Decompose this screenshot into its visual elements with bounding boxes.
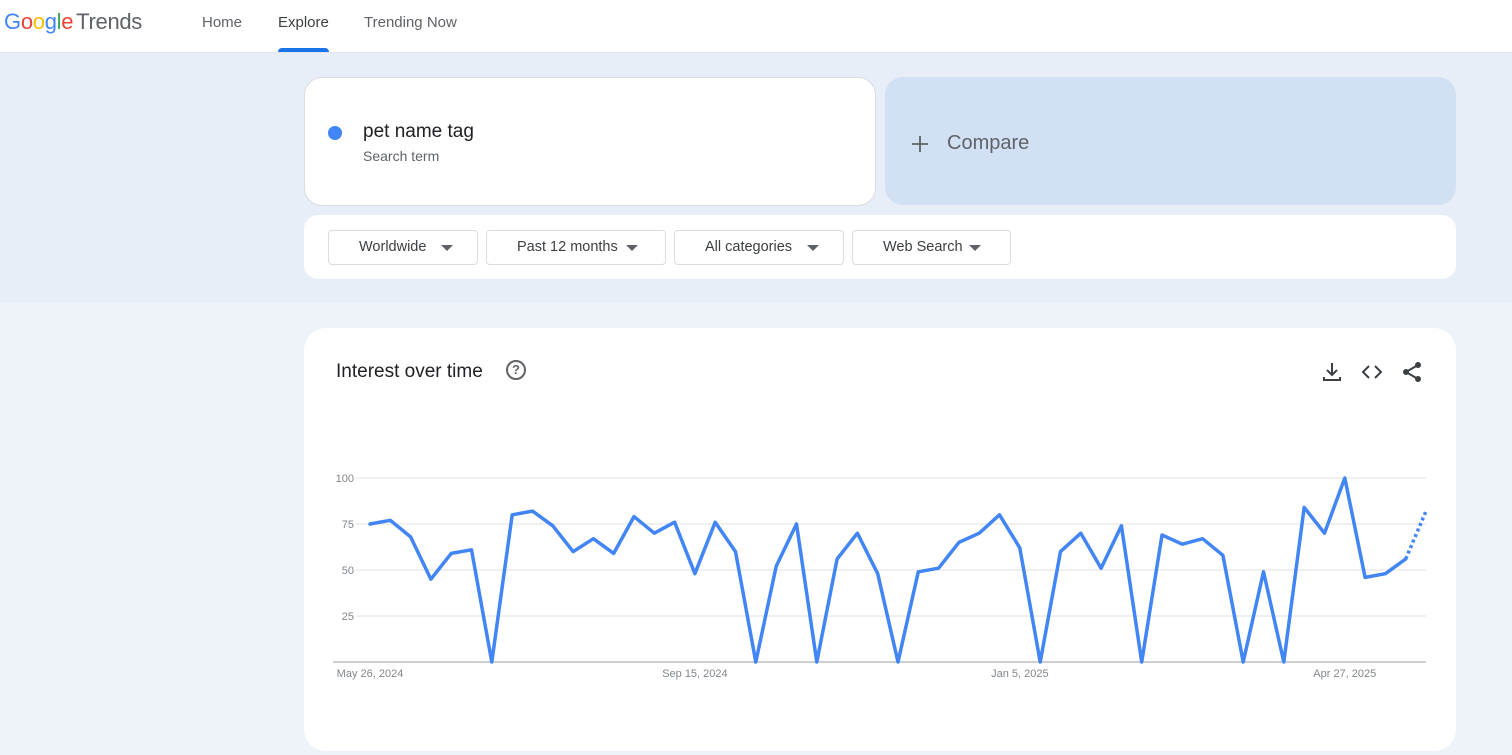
x-tick-label: May 26, 2024 — [337, 668, 404, 680]
x-tick-label: Sep 15, 2024 — [662, 668, 727, 680]
nav-explore[interactable]: Explore — [278, 0, 329, 52]
y-tick-label: 50 — [342, 565, 354, 577]
x-tick-label: Jan 5, 2025 — [991, 668, 1049, 680]
series-line-partial — [1404, 510, 1428, 560]
nav-trending-now[interactable]: Trending Now — [364, 0, 457, 52]
caret-down-icon — [626, 245, 638, 251]
logo-google-text: Google — [4, 9, 74, 34]
filter-category[interactable]: All categories — [674, 230, 844, 265]
caret-down-icon — [441, 245, 453, 251]
logo-trends-text: Trends — [76, 9, 143, 34]
y-tick-label: 100 — [336, 473, 354, 485]
caret-down-icon — [969, 245, 981, 251]
top-bar: Google Trends Home Explore Trending Now — [0, 0, 1512, 53]
nav-home[interactable]: Home — [202, 0, 242, 52]
filter-location-label: Worldwide — [359, 239, 427, 255]
y-tick-label: 25 — [342, 611, 354, 623]
google-trends-logo[interactable]: Google Trends — [4, 9, 142, 39]
filter-search-type-label: Web Search — [883, 239, 963, 255]
filter-time-range[interactable]: Past 12 months — [486, 230, 666, 265]
x-tick-label: Apr 27, 2025 — [1313, 668, 1376, 680]
filter-time-range-label: Past 12 months — [517, 239, 618, 255]
filter-bar: Worldwide Past 12 months All categories … — [304, 215, 1456, 279]
filter-location[interactable]: Worldwide — [328, 230, 478, 265]
plus-icon — [912, 136, 928, 152]
search-term-name[interactable]: pet name tag — [363, 121, 474, 143]
interest-line-chart: 25 50 75 100 May 26, 2024 Sep 15, 2024 Jan 5, … — [333, 473, 1428, 680]
filter-search-type[interactable]: Web Search — [852, 230, 1011, 265]
compare-button[interactable]: Compare — [885, 77, 1456, 205]
interest-over-time-card: Interest over time ? 25 50 75 100 May 26, 20… — [304, 328, 1456, 751]
compare-label: Compare — [947, 132, 1030, 154]
term-color-dot — [328, 126, 342, 140]
search-term-card[interactable]: pet name tag Search term — [304, 77, 876, 206]
filter-category-label: All categories — [705, 239, 793, 255]
search-term-subtitle: Search term — [363, 148, 440, 164]
caret-down-icon — [807, 245, 819, 251]
y-tick-label: 75 — [342, 519, 354, 531]
